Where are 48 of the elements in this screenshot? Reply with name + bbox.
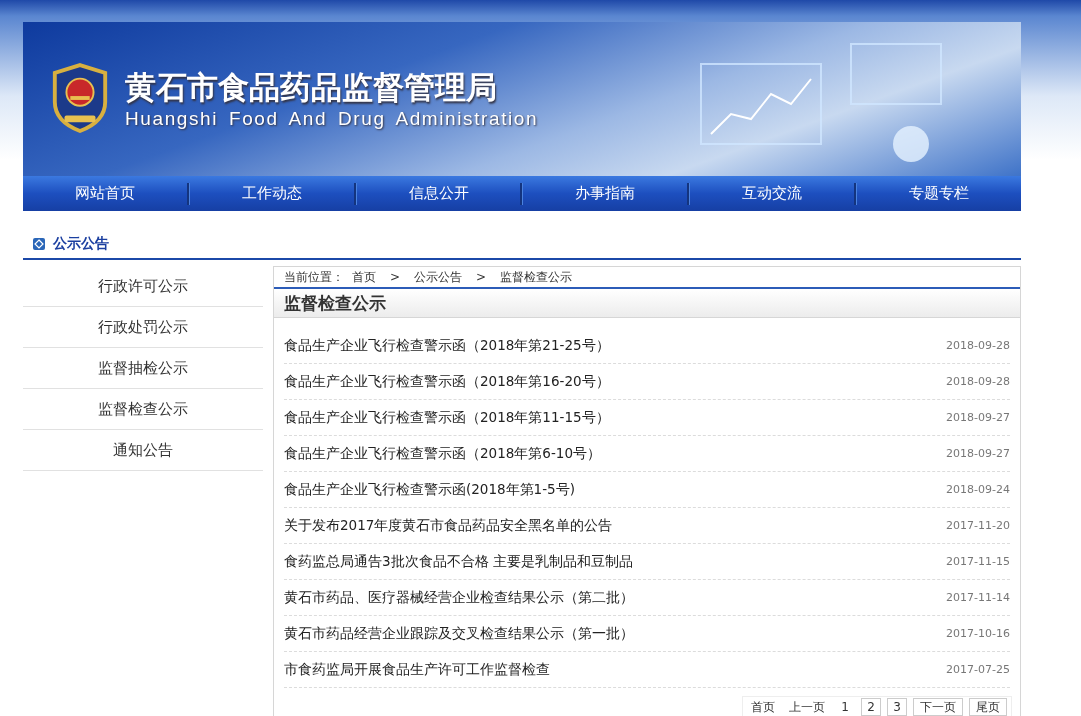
section-icon: [33, 237, 45, 250]
first-page-link[interactable]: 首页: [747, 699, 779, 715]
sidebar-item[interactable]: 监督抽检公示: [23, 348, 263, 389]
sidebar-item[interactable]: 监督检查公示: [23, 389, 263, 430]
next-page-link[interactable]: 下一页: [913, 698, 963, 716]
breadcrumb-label: 当前位置：: [284, 268, 344, 286]
nav-link[interactable]: 信息公开: [356, 176, 521, 211]
article-link[interactable]: 食品生产企业飞行检查警示函(2018年第1-5号): [284, 480, 575, 499]
sidebar-item[interactable]: 行政许可公示: [23, 266, 263, 307]
page-number[interactable]: 1: [835, 698, 855, 716]
article-date: 2017-07-25: [946, 663, 1010, 676]
article-date: 2018-09-24: [946, 483, 1010, 496]
nav-link[interactable]: 互动交流: [690, 176, 855, 211]
nav-link[interactable]: 办事指南: [523, 176, 688, 211]
article-link[interactable]: 关于发布2017年度黄石市食品药品安全黑名单的公告: [284, 516, 613, 535]
site-title: 黄石市食品药品监督管理局: [125, 68, 498, 106]
breadcrumb-link[interactable]: 首页: [352, 268, 376, 286]
article-date: 2017-11-20: [946, 519, 1010, 532]
nav-link[interactable]: 工作动态: [189, 176, 354, 211]
page-number[interactable]: 2: [861, 698, 881, 716]
article-link[interactable]: 食品生产企业飞行检查警示函（2018年第21-25号）: [284, 336, 610, 355]
previous-page-link[interactable]: 上一页: [785, 699, 829, 715]
article-link[interactable]: 黄石市药品经营企业跟踪及交叉检查结果公示（第一批）: [284, 624, 634, 643]
nav-link[interactable]: 网站首页: [23, 176, 187, 211]
article-link[interactable]: 食品生产企业飞行检查警示函（2018年第11-15号）: [284, 408, 610, 427]
breadcrumb-link[interactable]: 公示公告: [414, 268, 463, 286]
article-link[interactable]: 黄石市药品、医疗器械经营企业检查结果公示（第二批）: [284, 588, 634, 607]
article-link[interactable]: 市食药监局开展食品生产许可工作监督检查: [284, 660, 550, 679]
article-date: 2017-11-14: [946, 591, 1010, 604]
nav-link[interactable]: 专题专栏: [857, 176, 1021, 211]
article-date: 2018-09-27: [946, 411, 1010, 424]
breadcrumb-link[interactable]: 监督检查公示: [500, 268, 573, 286]
article-date: 2018-09-28: [946, 375, 1010, 388]
last-page-link[interactable]: 尾页: [969, 698, 1007, 716]
section-title: 公示公告: [53, 234, 109, 253]
site-subtitle: Huangshi Food And Drug Administration: [125, 108, 539, 130]
breadcrumb-separator: >: [390, 270, 401, 284]
article-link[interactable]: 食药监总局通告3批次食品不合格 主要是乳制品和豆制品: [284, 552, 633, 571]
article-link[interactable]: 食品生产企业飞行检查警示函（2018年第16-20号）: [284, 372, 610, 391]
sidebar-item[interactable]: 通知公告: [23, 430, 263, 471]
page-number[interactable]: 3: [887, 698, 907, 716]
article-date: 2018-09-27: [946, 447, 1010, 460]
article-date: 2018-09-28: [946, 339, 1010, 352]
article-date: 2017-11-15: [946, 555, 1010, 568]
article-date: 2017-10-16: [946, 627, 1010, 640]
sidebar-item[interactable]: 行政处罚公示: [23, 307, 263, 348]
article-link[interactable]: 食品生产企业飞行检查警示函（2018年第6-10号）: [284, 444, 601, 463]
breadcrumb-separator: >: [476, 270, 487, 284]
